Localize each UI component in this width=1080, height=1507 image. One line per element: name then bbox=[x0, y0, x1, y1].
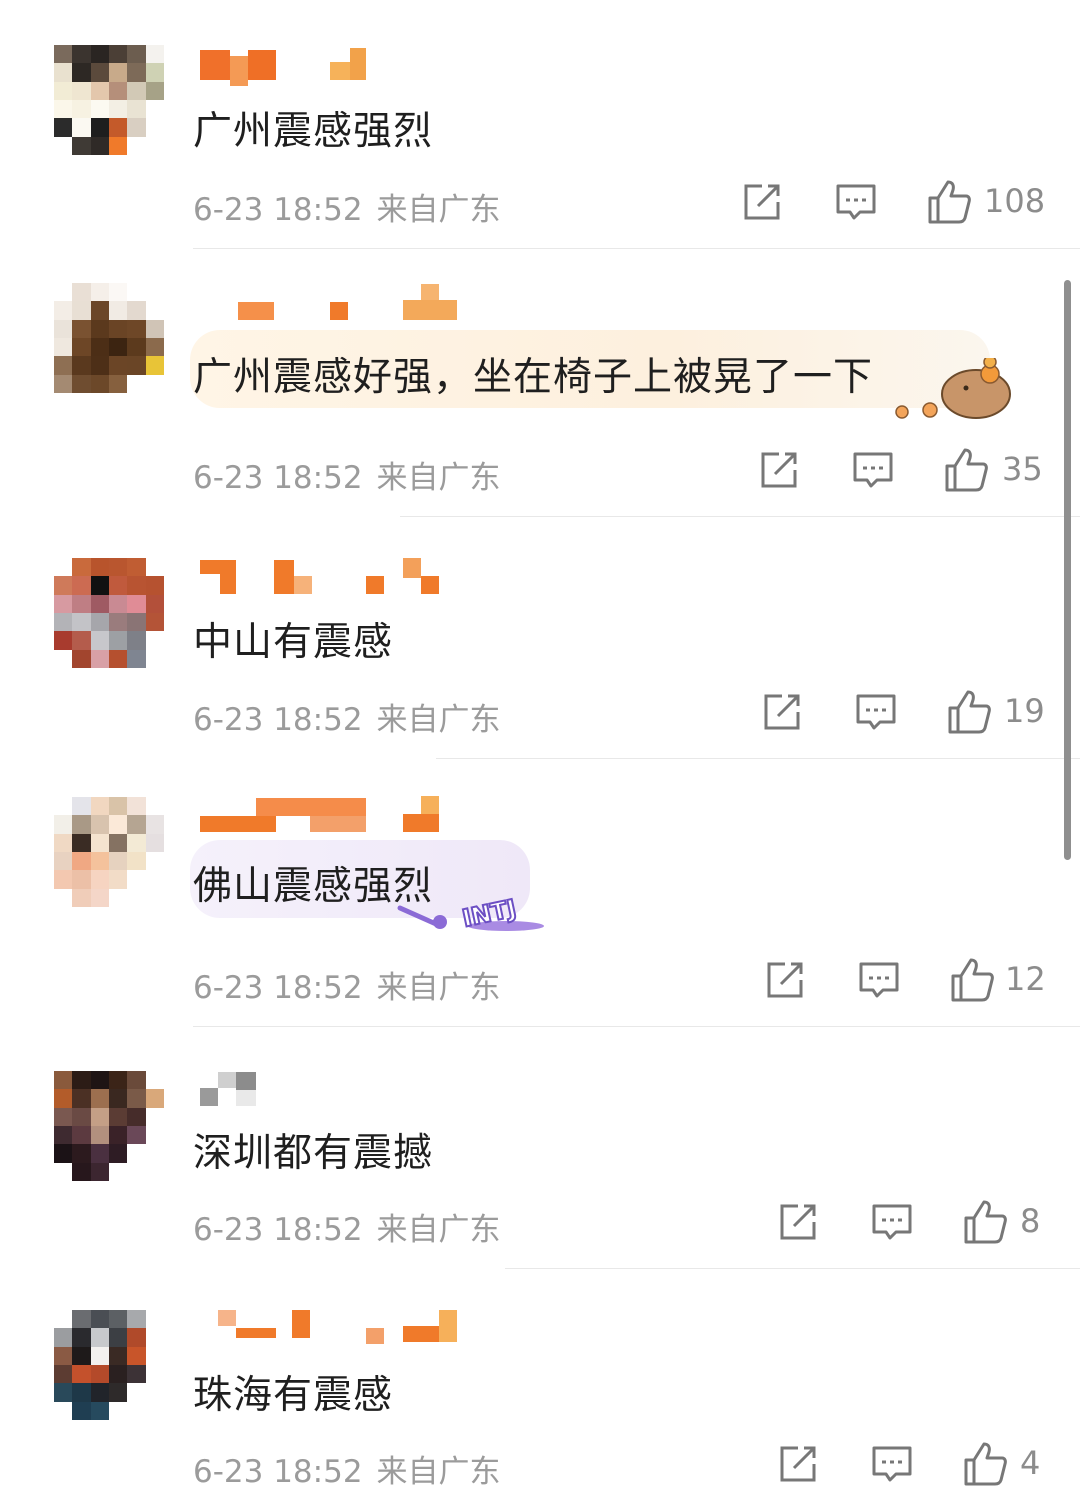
comment-item: 深圳都有震撼 6-23 18:52 来自广东 8 bbox=[0, 1028, 1080, 1270]
username-mosaic[interactable] bbox=[200, 558, 480, 594]
comment-icon[interactable] bbox=[854, 690, 898, 734]
like-icon[interactable] bbox=[946, 690, 992, 734]
comment-time: 6-23 18:52 bbox=[193, 1212, 363, 1248]
comment-actions: 35 bbox=[757, 448, 1047, 492]
username-mosaic[interactable] bbox=[200, 1308, 480, 1344]
like-icon[interactable] bbox=[926, 180, 972, 224]
comment-actions: 4 bbox=[776, 1442, 1046, 1486]
comment-meta: 6-23 18:52 来自广东 bbox=[193, 1204, 501, 1249]
comment-time: 6-23 18:52 bbox=[193, 702, 363, 738]
comment-item: 中山有震感 6-23 18:52 来自广东 19 bbox=[0, 518, 1080, 760]
like-icon[interactable] bbox=[943, 448, 989, 492]
divider bbox=[505, 1268, 1080, 1269]
comment-icon[interactable] bbox=[870, 1442, 914, 1486]
comment-actions: 12 bbox=[763, 958, 1053, 1002]
repost-icon[interactable] bbox=[740, 180, 784, 224]
avatar[interactable] bbox=[54, 1310, 164, 1420]
comment-text: 珠海有震感 bbox=[193, 1373, 394, 1418]
comment-meta: 6-23 18:52 来自广东 bbox=[193, 452, 501, 497]
comment-icon[interactable] bbox=[857, 958, 901, 1002]
like-count: 35 bbox=[1002, 450, 1043, 488]
comment-time: 6-23 18:52 bbox=[193, 970, 363, 1006]
like-count: 8 bbox=[1020, 1202, 1041, 1240]
comment-actions: 8 bbox=[776, 1200, 1046, 1244]
username-mosaic[interactable] bbox=[200, 46, 480, 86]
comment-item: 珠海有震感 6-23 18:52 来自广东 4 bbox=[0, 1270, 1080, 1507]
like-count: 4 bbox=[1020, 1444, 1041, 1482]
comment-time: 6-23 18:52 bbox=[193, 460, 363, 496]
comment-meta: 6-23 18:52 来自广东 bbox=[193, 694, 501, 739]
avatar[interactable] bbox=[54, 558, 164, 668]
like-count: 19 bbox=[1004, 692, 1045, 730]
username-mosaic[interactable] bbox=[200, 284, 480, 320]
comment-meta: 6-23 18:52 来自广东 bbox=[193, 1446, 501, 1491]
comment-source: 来自广东 bbox=[376, 702, 501, 738]
comment-text: 中山有震感 bbox=[193, 620, 394, 665]
capybara-sticker-icon bbox=[895, 358, 1011, 419]
comment-icon[interactable] bbox=[834, 180, 878, 224]
comment-source: 来自广东 bbox=[376, 192, 501, 228]
repost-icon[interactable] bbox=[776, 1442, 820, 1486]
repost-icon[interactable] bbox=[760, 690, 804, 734]
comment-source: 来自广东 bbox=[376, 1454, 501, 1490]
repost-icon[interactable] bbox=[757, 448, 801, 492]
comment-text: 深圳都有震撼 bbox=[193, 1131, 434, 1176]
comment-item: 佛山震感强烈 INTJ 6-23 18:52 来自广东 12 bbox=[0, 760, 1080, 1028]
divider bbox=[193, 1026, 1080, 1027]
comment-item: 广州震感强烈 6-23 18:52 来自广东 108 bbox=[0, 0, 1080, 250]
comment-source: 来自广东 bbox=[376, 1212, 501, 1248]
repost-icon[interactable] bbox=[776, 1200, 820, 1244]
comment-time: 6-23 18:52 bbox=[193, 1454, 363, 1490]
avatar[interactable] bbox=[54, 45, 164, 155]
like-icon[interactable] bbox=[962, 1200, 1008, 1244]
comment-icon[interactable] bbox=[870, 1200, 914, 1244]
comment-text: 广州震感强烈 bbox=[193, 109, 434, 154]
intj-sticker-icon: INTJ bbox=[397, 893, 544, 932]
comment-actions: 108 bbox=[740, 180, 1050, 224]
like-count: 12 bbox=[1005, 960, 1046, 998]
avatar[interactable] bbox=[54, 283, 164, 393]
like-icon[interactable] bbox=[949, 958, 995, 1002]
username-mosaic[interactable] bbox=[200, 796, 480, 832]
comment-time: 6-23 18:52 bbox=[193, 192, 363, 228]
divider bbox=[436, 758, 1080, 759]
avatar[interactable] bbox=[54, 1071, 164, 1181]
scrollbar[interactable] bbox=[1064, 280, 1071, 860]
divider bbox=[193, 248, 1080, 249]
comment-meta: 6-23 18:52 来自广东 bbox=[193, 962, 501, 1007]
repost-icon[interactable] bbox=[763, 958, 807, 1002]
comment-item: 广州震感好强，坐在椅子上被晃了一下 6-23 18:52 来自广东 35 bbox=[0, 250, 1080, 518]
comment-actions: 19 bbox=[760, 690, 1050, 734]
comment-meta: 6-23 18:52 来自广东 bbox=[193, 184, 501, 229]
comment-text: 广州震感好强，坐在椅子上被晃了一下 bbox=[193, 355, 874, 400]
comment-source: 来自广东 bbox=[376, 970, 501, 1006]
divider bbox=[400, 516, 1080, 517]
like-icon[interactable] bbox=[962, 1442, 1008, 1486]
avatar[interactable] bbox=[54, 797, 164, 907]
comment-source: 来自广东 bbox=[376, 460, 501, 496]
comment-icon[interactable] bbox=[851, 448, 895, 492]
username-mosaic[interactable] bbox=[200, 1070, 480, 1106]
like-count: 108 bbox=[984, 182, 1046, 220]
